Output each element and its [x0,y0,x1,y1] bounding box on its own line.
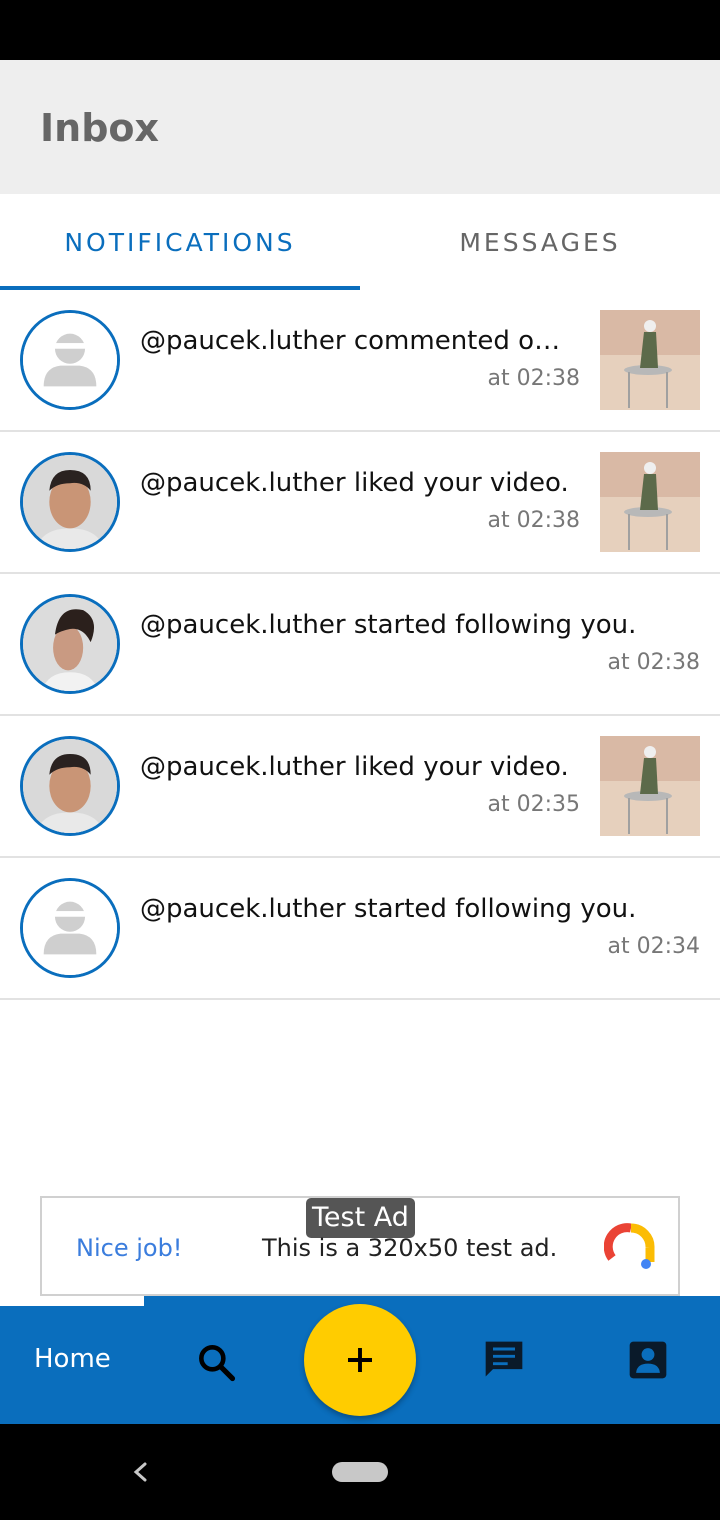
profile-icon[interactable] [626,1338,670,1382]
ad-text: This is a 320x50 test ad. [262,1234,558,1262]
home-pill-icon[interactable] [332,1462,388,1482]
video-thumbnail[interactable] [600,310,700,410]
notification-text: @paucek.luther liked your video. [140,468,569,498]
nav-home[interactable]: Home [34,1344,111,1374]
avatar[interactable] [20,452,120,552]
avatar[interactable] [20,594,120,694]
add-button[interactable] [304,1304,416,1416]
notification-list: @paucek.luther commented on y... at 02:3… [0,290,720,1000]
notification-time: at 02:38 [487,366,580,391]
search-icon[interactable] [194,1340,238,1384]
system-nav-bar [0,1424,720,1520]
test-ad-banner[interactable]: Test Ad Nice job! This is a 320x50 test … [40,1196,680,1296]
notification-row[interactable]: @paucek.luther started following you. at… [0,574,720,716]
notification-row[interactable]: @paucek.luther liked your video. at 02:3… [0,716,720,858]
notification-time: at 02:35 [487,792,580,817]
status-bar [0,0,720,60]
notification-text: @paucek.luther started following you. [140,894,637,924]
default-avatar-icon[interactable] [20,310,120,410]
notification-time: at 02:38 [607,650,700,675]
add-icon [348,1348,372,1372]
notification-time: at 02:34 [607,934,700,959]
video-thumbnail[interactable] [600,736,700,836]
app-bar: Inbox [0,60,720,194]
notification-row[interactable]: @paucek.luther commented on y... at 02:3… [0,290,720,432]
tab-notifications[interactable]: NOTIFICATIONS [0,194,360,290]
message-icon[interactable] [482,1338,526,1382]
tab-bar: NOTIFICATIONS MESSAGES [0,194,720,290]
ad-nice-label: Nice job! [76,1234,183,1262]
notification-time: at 02:38 [487,508,580,533]
avatar[interactable] [20,736,120,836]
ad-tag: Test Ad [306,1198,415,1238]
page-title: Inbox [40,106,160,150]
video-thumbnail[interactable] [600,452,700,552]
notification-text: @paucek.luther liked your video. [140,752,569,782]
ad-logo-icon [604,1223,655,1269]
default-avatar-icon[interactable] [20,878,120,978]
notification-text: @paucek.luther commented on y... [140,326,572,356]
notification-row[interactable]: @paucek.luther liked your video. at 02:3… [0,432,720,574]
notification-text: @paucek.luther started following you. [140,610,637,640]
notification-row[interactable]: @paucek.luther started following you. at… [0,858,720,1000]
back-icon[interactable] [128,1454,152,1490]
tab-messages[interactable]: MESSAGES [360,194,720,290]
home-active-indicator [0,1296,144,1306]
